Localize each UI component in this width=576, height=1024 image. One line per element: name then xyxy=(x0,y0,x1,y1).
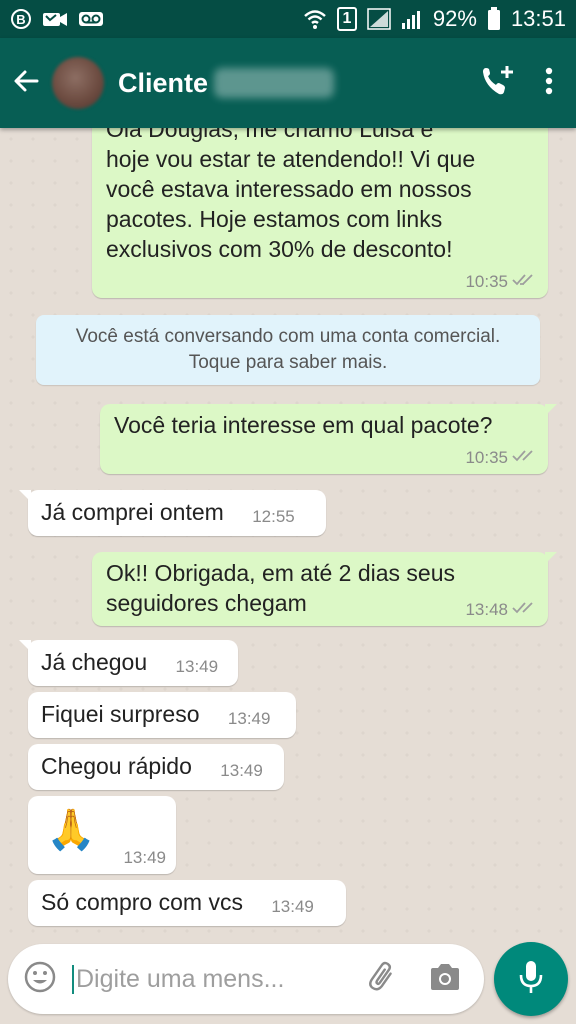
message-line: Olá Douglas, me chamo Luisa e xyxy=(106,128,434,142)
voicemail-icon xyxy=(78,10,104,28)
back-arrow-icon xyxy=(12,67,40,100)
message-text: Só compro com vcs xyxy=(41,889,243,915)
signal-icon xyxy=(367,8,391,30)
message-time: 13:48 xyxy=(465,600,508,619)
blurred-surname xyxy=(214,68,335,98)
camera-icon xyxy=(428,962,462,997)
emoji-button[interactable] xyxy=(8,944,72,1014)
add-call-icon[interactable] xyxy=(480,64,516,103)
bubble-tail xyxy=(19,490,31,502)
double-check-icon xyxy=(512,600,536,620)
message-input[interactable] xyxy=(72,964,352,994)
message-incoming[interactable]: Só compro com vcs 13:49 xyxy=(28,880,346,926)
wifi-icon xyxy=(303,8,327,30)
message-meta: 10:35 xyxy=(465,272,536,292)
message-line: você estava interessado em nossos xyxy=(106,176,472,202)
sim-label: 1 xyxy=(342,10,352,27)
bubble-tail xyxy=(19,640,31,652)
message-time: 13:49 xyxy=(271,897,314,916)
chat-area[interactable]: Olá Douglas, me chamo Luisa e hoje vou e… xyxy=(0,128,576,934)
message-line: pacotes. Hoje estamos com links xyxy=(106,206,443,232)
message-meta: 10:35 xyxy=(465,448,536,468)
message-composer xyxy=(8,944,484,1014)
message-incoming[interactable]: Fiquei surpreso 13:49 xyxy=(28,692,296,738)
status-bar-left: B xyxy=(10,8,104,30)
message-time: 10:35 xyxy=(465,448,508,467)
mic-button[interactable] xyxy=(494,942,568,1016)
message-incoming-emoji[interactable]: 🙏 13:49 xyxy=(28,796,176,874)
battery-percent: 92% xyxy=(432,6,477,31)
mic-icon xyxy=(518,959,544,1000)
contact-name[interactable]: Cliente xyxy=(118,67,335,99)
message-incoming[interactable]: Já chegou 13:49 xyxy=(19,640,238,686)
message-time: 13:49 xyxy=(175,657,219,676)
bubble-tail xyxy=(545,404,557,416)
message-line: exclusivos com 30% de desconto! xyxy=(106,236,453,262)
notice-line-1: Você está conversando com uma conta come… xyxy=(75,326,501,347)
bubble-tail xyxy=(545,552,557,564)
emoji-icon xyxy=(23,960,57,999)
header-actions xyxy=(480,64,576,103)
avatar[interactable] xyxy=(52,57,104,109)
message-time: 13:49 xyxy=(220,761,263,780)
double-check-icon xyxy=(512,272,536,292)
attach-button[interactable] xyxy=(352,944,414,1014)
message-meta: 13:48 xyxy=(465,600,536,620)
message-text: Fiquei surpreso xyxy=(41,701,200,727)
message-outgoing[interactable]: Você teria interesse em qual pacote? 10:… xyxy=(100,404,557,474)
sim-icon: 1 xyxy=(336,7,357,31)
status-bar: B 1 92% 13:51 xyxy=(0,0,576,38)
message-time: 10:35 xyxy=(465,272,508,291)
message-time: 13:49 xyxy=(227,709,271,728)
praying-hands-icon: 🙏 xyxy=(46,808,96,852)
message-outgoing[interactable]: Olá Douglas, me chamo Luisa e hoje vou e… xyxy=(92,128,548,298)
message-outgoing[interactable]: Ok!! Obrigada, em até 2 dias seus seguid… xyxy=(92,552,557,626)
message-line: Ok!! Obrigada, em até 2 dias seus xyxy=(106,560,456,586)
back-button[interactable] xyxy=(0,38,52,128)
camera-button[interactable] xyxy=(414,944,476,1014)
clock: 13:51 xyxy=(510,6,566,31)
notice-line-2: Toque para saber mais. xyxy=(188,352,388,373)
message-incoming[interactable]: Já comprei ontem 12:55 xyxy=(19,490,326,536)
b-badge-icon: B xyxy=(10,8,32,30)
missed-video-icon xyxy=(42,9,68,29)
attach-icon xyxy=(367,961,399,998)
signal-bars-icon xyxy=(401,8,423,30)
status-bar-right: 1 92% 13:51 xyxy=(303,6,566,32)
battery-icon xyxy=(487,7,501,31)
svg-text:B: B xyxy=(16,12,25,27)
message-time: 12:55 xyxy=(252,507,295,526)
more-vert-icon[interactable] xyxy=(544,66,554,101)
message-text: Já comprei ontem xyxy=(41,499,224,525)
message-text: Já chegou xyxy=(41,649,148,675)
business-account-notice[interactable]: Você está conversando com uma conta come… xyxy=(36,315,540,385)
message-text: Você teria interesse em qual pacote? xyxy=(114,412,493,438)
contact-name-text: Cliente xyxy=(118,67,209,98)
message-incoming[interactable]: Chegou rápido 13:49 xyxy=(28,744,284,790)
chat-header: Cliente xyxy=(0,38,576,128)
message-text: Chegou rápido xyxy=(41,753,192,779)
message-time: 13:49 xyxy=(123,848,166,867)
double-check-icon xyxy=(512,448,536,468)
message-line: hoje vou estar te atendendo!! Vi que xyxy=(106,146,476,172)
